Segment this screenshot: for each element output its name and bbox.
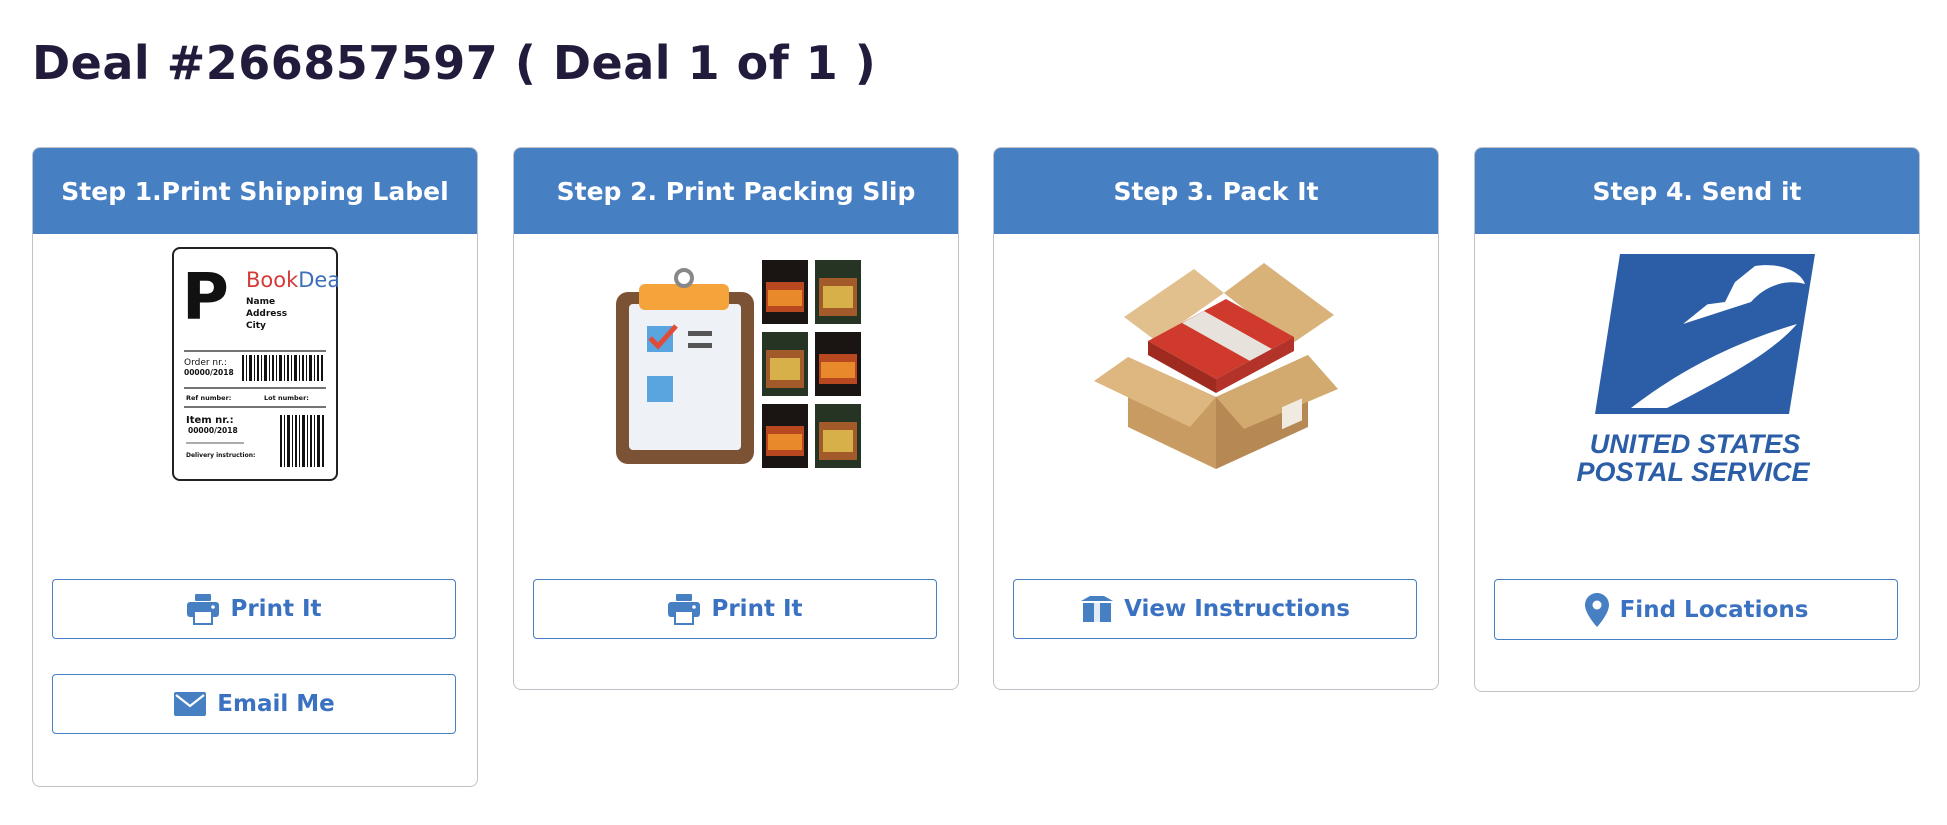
step-2-header: Step 2. Print Packing Slip xyxy=(514,148,958,234)
step-1-card: Step 1.Print Shipping Label P BookDeal N… xyxy=(32,147,478,787)
shipping-label-image: P BookDeal Name Address City Order nr.: … xyxy=(33,234,477,494)
print-label-button[interactable]: Print It xyxy=(52,579,456,639)
svg-text:City: City xyxy=(246,321,266,331)
map-pin-icon xyxy=(1584,592,1609,627)
email-label-button-label: Email Me xyxy=(217,691,335,717)
svg-text:Order nr.:: Order nr.: xyxy=(184,358,227,368)
step-3-header: Step 3. Pack It xyxy=(994,148,1438,234)
label-brand: BookDeal xyxy=(246,268,338,292)
print-slip-button-label: Print It xyxy=(711,596,803,622)
svg-text:Item nr.:: Item nr.: xyxy=(186,415,234,426)
packing-slip-illustration xyxy=(616,260,861,468)
find-locations-button[interactable]: Find Locations xyxy=(1494,579,1898,640)
box-icon xyxy=(1081,596,1114,622)
usps-logo-image: UNITED STATES POSTAL SERVICE xyxy=(1475,234,1919,494)
step-3-card: Step 3. Pack It View Instructions xyxy=(993,147,1439,690)
svg-text:00000/2018: 00000/2018 xyxy=(188,426,238,435)
view-instructions-button[interactable]: View Instructions xyxy=(1013,579,1417,639)
svg-text:Delivery instruction:: Delivery instruction: xyxy=(186,452,255,459)
email-label-button[interactable]: Email Me xyxy=(52,674,456,734)
svg-text:Address: Address xyxy=(246,309,287,319)
label-letter: P xyxy=(182,261,229,335)
svg-text:Lot number:: Lot number: xyxy=(264,394,309,402)
pack-box-image xyxy=(994,234,1438,494)
view-instructions-button-label: View Instructions xyxy=(1124,596,1350,622)
usps-text-line2: POSTAL SERVICE xyxy=(1576,457,1810,484)
open-box-illustration xyxy=(1094,263,1338,469)
step-2-card: Step 2. Print Packing Slip Print It xyxy=(513,147,959,690)
print-label-button-label: Print It xyxy=(230,596,322,622)
print-slip-button[interactable]: Print It xyxy=(533,579,937,639)
svg-text:Name: Name xyxy=(246,297,275,307)
printer-icon xyxy=(668,594,701,625)
page-title: Deal #266857597 ( Deal 1 of 1 ) xyxy=(32,36,877,90)
usps-logo: UNITED STATES POSTAL SERVICE xyxy=(1576,254,1815,484)
find-locations-button-label: Find Locations xyxy=(1619,596,1809,623)
step-4-header: Step 4. Send it xyxy=(1475,148,1919,234)
printer-icon xyxy=(187,594,220,625)
svg-text:Ref number:: Ref number: xyxy=(186,394,231,402)
envelope-icon xyxy=(174,692,207,716)
shipping-label-illustration: P BookDeal Name Address City Order nr.: … xyxy=(172,247,338,481)
step-1-header: Step 1.Print Shipping Label xyxy=(33,148,477,234)
step-4-card: Step 4. Send it UNITED STATES POSTAL SER… xyxy=(1474,147,1920,692)
usps-text-line1: UNITED STATES xyxy=(1590,429,1801,459)
packing-slip-image xyxy=(514,234,958,494)
svg-text:00000/2018: 00000/2018 xyxy=(184,368,234,377)
